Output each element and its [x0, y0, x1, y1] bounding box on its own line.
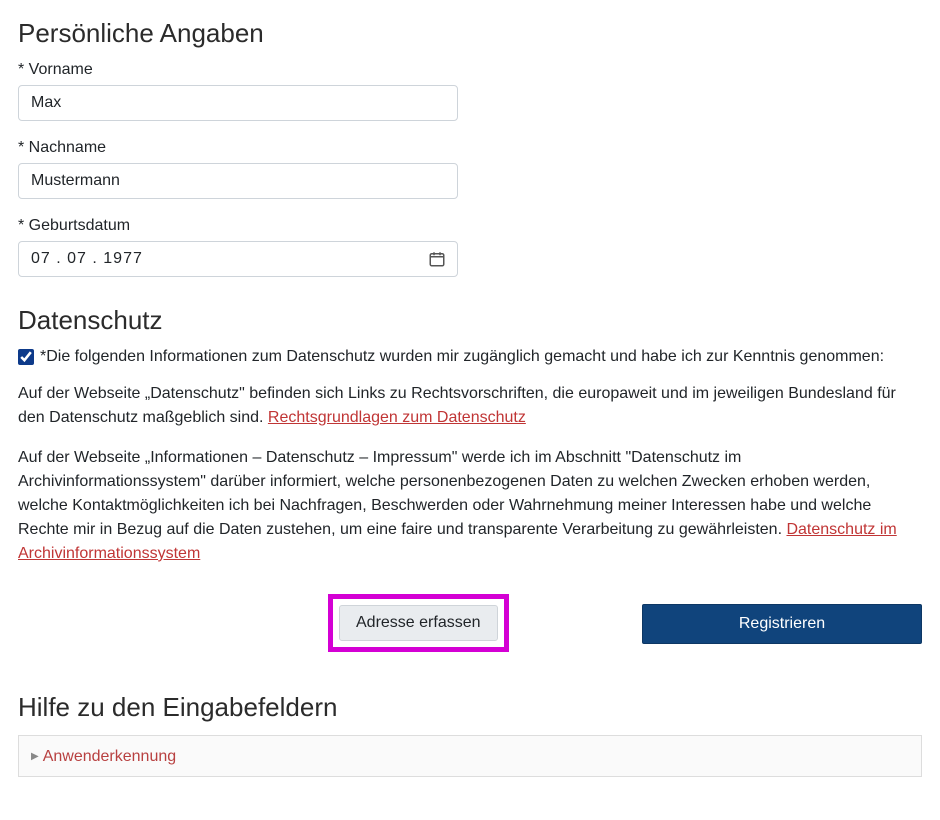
- nachname-label: * Nachname: [18, 139, 922, 157]
- privacy-paragraph-1: Auf der Webseite „Datenschutz" befinden …: [18, 382, 922, 430]
- privacy-paragraph-2: Auf der Webseite „Informationen – Datens…: [18, 446, 922, 566]
- vorname-input[interactable]: [18, 85, 458, 121]
- privacy-checkbox-label: *Die folgenden Informationen zum Datensc…: [40, 348, 884, 366]
- nachname-input[interactable]: [18, 163, 458, 199]
- vorname-label: * Vorname: [18, 61, 922, 79]
- section-heading-personal: Persönliche Angaben: [18, 18, 922, 49]
- adresse-erfassen-button[interactable]: Adresse erfassen: [339, 605, 498, 641]
- registrieren-button[interactable]: Registrieren: [642, 604, 922, 644]
- privacy-para2-text: Auf der Webseite „Informationen – Datens…: [18, 449, 871, 538]
- highlight-box: Adresse erfassen: [328, 594, 509, 652]
- section-heading-hilfe: Hilfe zu den Eingabefeldern: [18, 692, 922, 723]
- geburtsdatum-input[interactable]: [18, 241, 458, 277]
- geburtsdatum-label: * Geburtsdatum: [18, 217, 922, 235]
- chevron-right-icon: ▶: [31, 751, 39, 762]
- help-item-label: Anwenderkennung: [43, 748, 176, 766]
- section-heading-datenschutz: Datenschutz: [18, 305, 922, 336]
- privacy-checkbox[interactable]: [18, 349, 34, 365]
- help-accordion-item[interactable]: ▶ Anwenderkennung: [18, 735, 922, 777]
- link-rechtsgrundlagen[interactable]: Rechtsgrundlagen zum Datenschutz: [268, 409, 526, 426]
